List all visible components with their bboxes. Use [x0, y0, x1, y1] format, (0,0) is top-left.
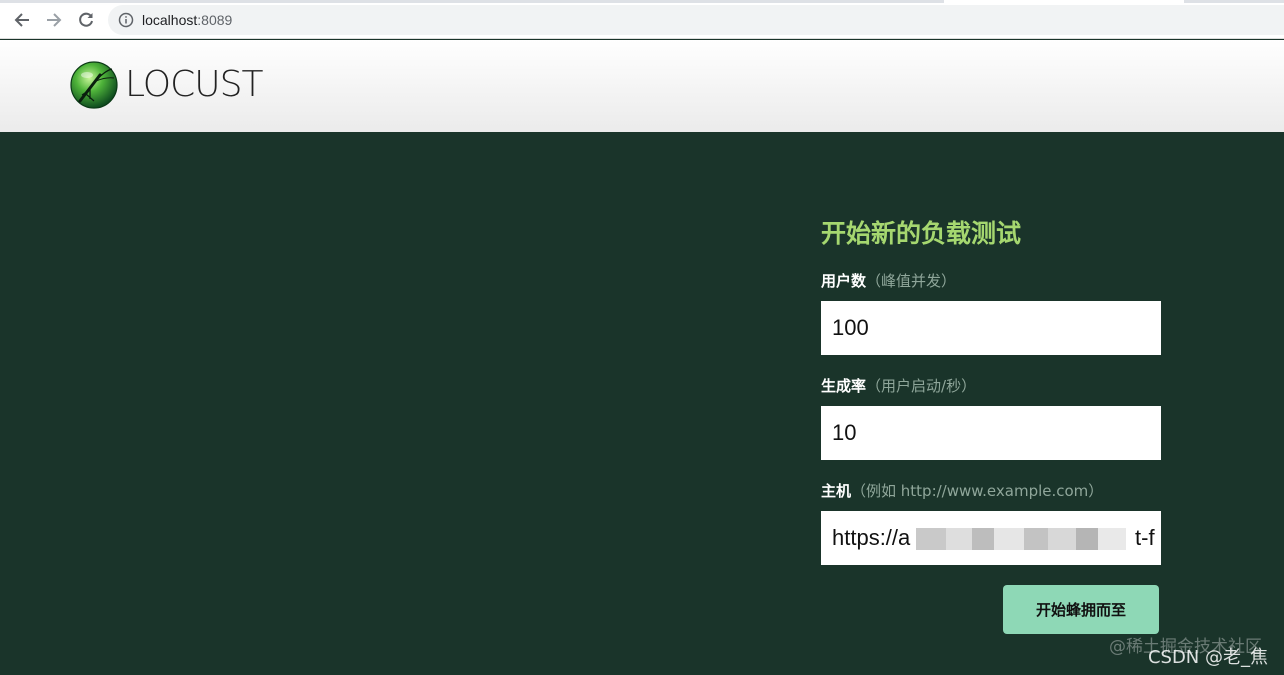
site-header: LOCUST	[0, 40, 1284, 132]
forward-arrow-icon[interactable]	[43, 9, 65, 31]
spawn-rate-label-hint: （用户启动/秒）	[866, 377, 977, 395]
back-arrow-icon[interactable]	[11, 9, 33, 31]
host-redaction-blur	[916, 528, 1148, 550]
users-input[interactable]: 100	[821, 301, 1161, 355]
spawn-rate-label-text: 生成率	[821, 377, 867, 395]
url-host: localhost	[142, 12, 198, 28]
users-label-text: 用户数	[821, 272, 867, 290]
locust-logo-icon	[70, 61, 118, 109]
users-label: 用户数（峰值并发）	[821, 271, 956, 291]
host-input-value-tail: t-f	[1135, 525, 1155, 550]
host-label-hint: （例如 http://www.example.com）	[851, 482, 1104, 500]
watermark-csdn: CSDN @老_焦	[1147, 647, 1268, 668]
users-label-hint: （峰值并发）	[866, 272, 957, 290]
address-bar[interactable]: localhost:8089	[108, 5, 1284, 35]
active-tab-edge	[944, 0, 1184, 3]
spawn-rate-input-value: 10	[832, 420, 857, 445]
form-title: 开始新的负载测试	[821, 219, 1022, 248]
spawn-rate-label: 生成率（用户启动/秒）	[821, 376, 976, 396]
tab-strip	[0, 0, 1284, 3]
start-swarming-button[interactable]: 开始蜂拥而至	[1003, 585, 1159, 634]
reload-icon[interactable]	[75, 9, 97, 31]
brand-name: LOCUST	[125, 64, 263, 105]
spawn-rate-input[interactable]: 10	[821, 406, 1161, 460]
host-label: 主机（例如 http://www.example.com）	[821, 481, 1103, 501]
host-label-text: 主机	[821, 482, 852, 500]
info-icon[interactable]	[118, 12, 134, 28]
url-text: localhost:8089	[142, 11, 232, 29]
host-input-value: https://a	[832, 525, 911, 550]
users-input-value: 100	[832, 315, 869, 340]
browser-toolbar: localhost:8089	[0, 0, 1284, 39]
url-port: :8089	[197, 12, 233, 28]
host-input[interactable]: https://a t-f	[821, 511, 1161, 565]
